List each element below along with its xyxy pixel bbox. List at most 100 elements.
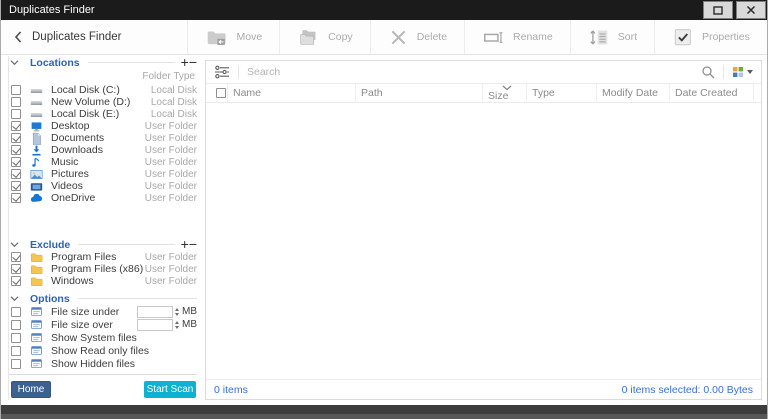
copy-button[interactable]: Copy [279, 20, 370, 54]
option-row-file-size-over[interactable]: File size over MB [9, 318, 197, 331]
checkbox[interactable] [11, 276, 21, 286]
option-row-show-system-files[interactable]: Show System files [9, 331, 197, 344]
add-location-button[interactable]: + [181, 55, 189, 69]
column-header-modify-date[interactable]: Modify Date [597, 84, 670, 102]
properties-button[interactable]: Properties [654, 20, 767, 54]
list-item[interactable]: Program Files User Folder [9, 251, 197, 263]
checkbox[interactable] [11, 157, 21, 167]
checkbox[interactable] [11, 193, 21, 203]
checkbox[interactable] [11, 97, 21, 107]
column-header-path[interactable]: Path [356, 84, 483, 102]
close-button[interactable] [736, 1, 766, 19]
file-size-under-input[interactable] [137, 305, 173, 318]
item-type: User Folder [144, 168, 197, 180]
add-exclude-button[interactable]: + [181, 237, 189, 251]
sidebar-footer-divider [9, 374, 197, 375]
remove-exclude-button[interactable]: − [189, 237, 197, 251]
rename-button[interactable]: Rename [464, 20, 570, 54]
checkbox[interactable] [11, 145, 21, 155]
list-item[interactable]: Pictures User Folder [9, 168, 197, 180]
checkbox[interactable] [11, 332, 21, 343]
results-table-body[interactable] [206, 103, 761, 379]
unit-label: MB [182, 306, 197, 317]
checkbox[interactable] [11, 109, 21, 119]
home-button[interactable]: Home [11, 381, 51, 398]
copy-icon [297, 27, 320, 48]
option-row-show-hidden-files[interactable]: Show Hidden files [9, 357, 197, 370]
item-type: User Folder [144, 192, 197, 204]
option-label: File size under [51, 305, 120, 318]
results-panel: Name Path Size Type Modify Date Date Cre… [205, 60, 762, 400]
item-type: User Folder [144, 251, 197, 263]
delete-button[interactable]: Delete [369, 20, 464, 54]
list-item[interactable]: Desktop User Folder [9, 120, 197, 132]
view-options-button[interactable] [732, 66, 753, 78]
options-list: File size under MB File size over MB Sho… [9, 305, 197, 370]
list-item[interactable]: Downloads User Folder [9, 144, 197, 156]
checkbox[interactable] [11, 133, 21, 143]
chevron-down-icon[interactable] [9, 241, 20, 248]
list-item[interactable]: Local Disk (C:) Local Disk [9, 84, 197, 96]
item-type: User Folder [144, 156, 197, 168]
spinner-stepper[interactable] [175, 320, 179, 329]
column-header-type[interactable]: Type [527, 84, 597, 102]
bottom-strip-dark [1, 405, 767, 414]
section-rule [87, 62, 175, 63]
checkbox[interactable] [11, 169, 21, 179]
list-item[interactable]: Videos User Folder [9, 180, 197, 192]
list-item[interactable]: Program Files (x86) User Folder [9, 263, 197, 275]
back-label: Duplicates Finder [32, 31, 122, 43]
filter-icon[interactable] [214, 65, 230, 79]
checkbox[interactable] [11, 252, 21, 262]
list-item[interactable]: Local Disk (E:) Local Disk [9, 108, 197, 120]
item-type: Local Disk [150, 84, 197, 96]
copy-label: Copy [328, 31, 353, 43]
chevron-down-icon[interactable] [9, 295, 20, 302]
item-label: New Volume (D:) [51, 96, 131, 108]
list-item[interactable]: Music User Folder [9, 156, 197, 168]
move-button[interactable]: Move [187, 20, 279, 54]
column-header-size[interactable]: Size [483, 84, 527, 102]
column-header-name[interactable]: Name [228, 84, 356, 102]
item-label: Documents [51, 132, 105, 144]
select-all-checkbox[interactable] [216, 88, 226, 98]
search-input[interactable] [247, 66, 701, 78]
checkbox[interactable] [11, 345, 21, 356]
checkbox[interactable] [11, 319, 21, 330]
app-window: Duplicates Finder Duplicates Finder Move… [0, 0, 768, 419]
folder-icon [30, 275, 43, 288]
item-label: Windows [51, 275, 94, 287]
checkbox[interactable] [11, 306, 21, 317]
checkbox[interactable] [11, 358, 21, 369]
search-icon[interactable] [701, 65, 715, 79]
exclude-title: Exclude [30, 238, 71, 251]
column-header-date-created[interactable]: Date Created [670, 84, 754, 102]
checkbox[interactable] [11, 121, 21, 131]
list-item[interactable]: Documents User Folder [9, 132, 197, 144]
option-row-file-size-under[interactable]: File size under MB [9, 305, 197, 318]
item-label: Desktop [51, 120, 90, 132]
option-row-show-read-only-files[interactable]: Show Read only files [9, 344, 197, 357]
grid-view-icon [732, 66, 744, 78]
item-label: Program Files [51, 251, 117, 263]
file-size-over-input[interactable] [137, 318, 173, 331]
checkbox[interactable] [11, 85, 21, 95]
unit-label: MB [182, 319, 197, 330]
status-bar: 0 items 0 items selected: 0.00 Bytes [206, 379, 761, 399]
maximize-button[interactable] [703, 1, 733, 19]
list-item[interactable]: Windows User Folder [9, 275, 197, 287]
spinner-stepper[interactable] [175, 307, 179, 316]
option-list-icon [30, 357, 43, 370]
back-button[interactable]: Duplicates Finder [13, 30, 121, 44]
remove-location-button[interactable]: − [189, 55, 197, 69]
bottom-strip-light [1, 414, 767, 419]
sort-button[interactable]: Sort [569, 20, 654, 54]
list-item[interactable]: OneDrive User Folder [9, 192, 197, 204]
chevron-down-icon[interactable] [9, 59, 20, 66]
start-scan-button[interactable]: Start Scan [144, 381, 196, 398]
checkbox[interactable] [11, 181, 21, 191]
checkbox[interactable] [11, 264, 21, 274]
section-rule [78, 244, 175, 245]
list-item[interactable]: New Volume (D:) Local Disk [9, 96, 197, 108]
option-list-icon [30, 344, 43, 357]
